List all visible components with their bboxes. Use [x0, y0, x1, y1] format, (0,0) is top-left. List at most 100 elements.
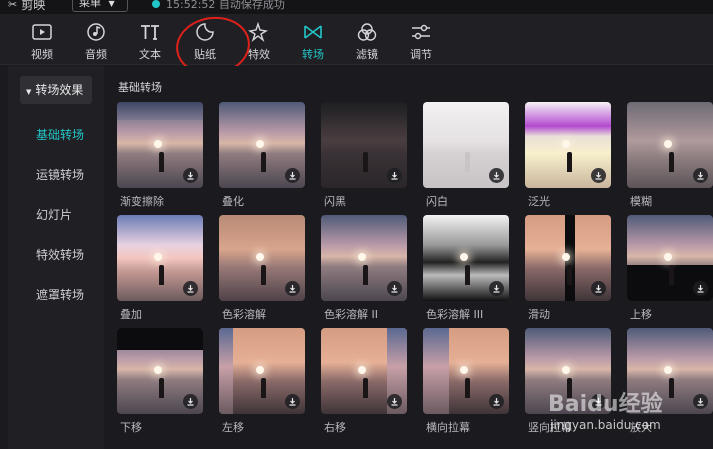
download-button[interactable] [285, 168, 300, 183]
transition-tile[interactable] [525, 328, 611, 414]
download-button[interactable] [183, 281, 198, 296]
tool-filter[interactable]: 滤镜 [342, 14, 392, 64]
sun-graphic [358, 366, 366, 374]
tile-overlay [117, 328, 203, 350]
transition-name: 叠化 [222, 195, 244, 208]
download-button[interactable] [387, 168, 402, 183]
transition-name: 右移 [324, 421, 346, 434]
sun-graphic [460, 253, 468, 261]
transition-name: 滑动 [528, 308, 550, 321]
transition-tile[interactable] [117, 102, 203, 188]
tool-audio[interactable]: 音频 [71, 14, 121, 64]
tool-sticker[interactable]: 贴纸 [180, 14, 230, 64]
sun-graphic [562, 253, 570, 261]
transition-tile[interactable] [627, 102, 713, 188]
transition-tile[interactable] [525, 102, 611, 188]
sun-graphic [154, 253, 162, 261]
sun-graphic [562, 366, 570, 374]
sidebar-header[interactable]: ▼ 转场效果 [20, 76, 92, 104]
menu-button[interactable]: 菜单 ▼ [72, 0, 128, 12]
check-icon [152, 0, 160, 8]
download-icon [187, 398, 194, 406]
transition-name: 左移 [222, 421, 244, 434]
figure-silhouette [159, 152, 164, 172]
transition-tile[interactable] [423, 215, 509, 301]
download-icon [187, 172, 194, 180]
figure-silhouette [465, 152, 470, 172]
download-icon [289, 172, 296, 180]
figure-silhouette [159, 378, 164, 398]
download-icon [391, 285, 398, 293]
transition-tile[interactable] [423, 328, 509, 414]
download-button[interactable] [489, 281, 504, 296]
figure-silhouette [261, 265, 266, 285]
download-icon [595, 398, 602, 406]
transition-tile[interactable] [219, 215, 305, 301]
tile-overlay [423, 328, 449, 414]
text-icon [141, 25, 159, 40]
download-button[interactable] [693, 281, 708, 296]
figure-silhouette [567, 265, 572, 285]
transition-tile[interactable] [423, 102, 509, 188]
sun-graphic [154, 140, 162, 148]
transition-tile[interactable] [627, 215, 713, 301]
tool-video[interactable]: 视频 [17, 14, 67, 64]
figure-silhouette [465, 378, 470, 398]
transition-tile[interactable] [117, 215, 203, 301]
download-button[interactable] [591, 281, 606, 296]
download-button[interactable] [693, 394, 708, 409]
transition-tile[interactable] [321, 102, 407, 188]
transition-name: 泛光 [528, 195, 550, 208]
sun-graphic [256, 140, 264, 148]
transition-name: 渐变擦除 [120, 195, 164, 208]
download-icon [289, 398, 296, 406]
transition-name: 竖向拉幕 [528, 421, 572, 434]
transition-name: 叠加 [120, 308, 142, 321]
download-button[interactable] [285, 394, 300, 409]
tool-effects[interactable]: 特效 [234, 14, 284, 64]
tool-text[interactable]: 文本 [125, 14, 175, 64]
tool-transition[interactable]: 转场 [288, 14, 338, 64]
download-button[interactable] [591, 168, 606, 183]
download-button[interactable] [183, 394, 198, 409]
download-button[interactable] [285, 281, 300, 296]
download-button[interactable] [387, 394, 402, 409]
transition-tile[interactable] [219, 102, 305, 188]
caret-down-icon: ▼ [26, 88, 32, 96]
sidebar-item-effect[interactable]: 特效转场 [36, 246, 84, 263]
transition-tile[interactable] [321, 215, 407, 301]
download-button[interactable] [489, 394, 504, 409]
sidebar-item-slideshow[interactable]: 幻灯片 [36, 206, 72, 223]
transition-tile[interactable] [525, 215, 611, 301]
transition-name: 横向拉幕 [426, 421, 470, 434]
download-button[interactable] [693, 168, 708, 183]
download-icon [391, 398, 398, 406]
tool-adjust[interactable]: 调节 [396, 14, 446, 64]
download-icon [697, 398, 704, 406]
download-icon [697, 285, 704, 293]
sun-graphic [664, 140, 672, 148]
download-icon [595, 285, 602, 293]
download-icon [493, 285, 500, 293]
transition-tile[interactable] [117, 328, 203, 414]
figure-silhouette [261, 152, 266, 172]
sidebar-item-basic[interactable]: 基础转场 [36, 126, 84, 143]
download-button[interactable] [387, 281, 402, 296]
transition-tile[interactable] [321, 328, 407, 414]
transition-name: 色彩溶解 II [324, 308, 378, 321]
transition-tile[interactable] [627, 328, 713, 414]
section-title: 基础转场 [118, 81, 162, 94]
download-button[interactable] [183, 168, 198, 183]
transition-name: 闪黑 [324, 195, 346, 208]
transition-name: 色彩溶解 [222, 308, 266, 321]
sidebar-item-mask[interactable]: 遮罩转场 [36, 286, 84, 303]
figure-silhouette [363, 152, 368, 172]
transition-name: 模糊 [630, 195, 652, 208]
adjust-icon [412, 24, 430, 40]
transition-tile[interactable] [219, 328, 305, 414]
figure-silhouette [669, 265, 674, 285]
download-button[interactable] [489, 168, 504, 183]
download-button[interactable] [591, 394, 606, 409]
figure-silhouette [567, 378, 572, 398]
sidebar-item-camera[interactable]: 运镜转场 [36, 166, 84, 183]
